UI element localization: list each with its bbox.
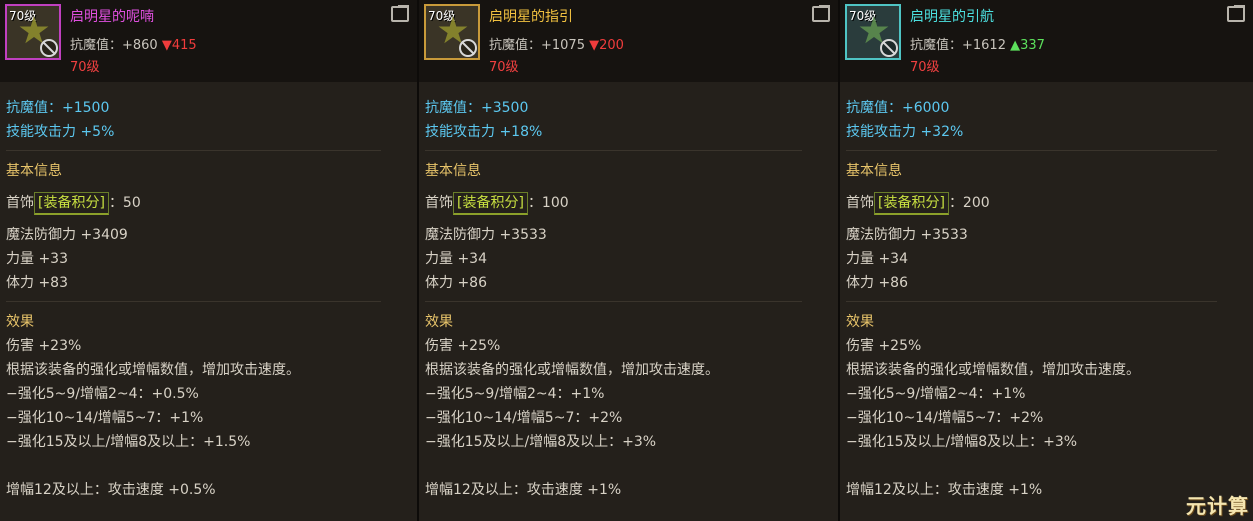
damage-bonus: 伤害 +25%	[425, 338, 501, 354]
effect-title: 效果	[425, 314, 453, 330]
effect-description: 根据该装备的强化或增幅数值，增加攻击速度。	[846, 362, 1140, 378]
effect-tier-1: −强化5~9/增幅2~4：+1%	[846, 386, 1026, 402]
watermark-logo: 元计算	[1186, 494, 1249, 518]
untradable-icon	[880, 39, 898, 57]
score-value: ：200	[948, 195, 990, 211]
stat-skill-attack: 技能攻击力 +32%	[846, 124, 964, 140]
resist-diff: ▼200	[589, 38, 624, 53]
effect-tier-2: −强化10~14/增幅5~7：+2%	[425, 410, 623, 426]
damage-bonus: 伤害 +25%	[846, 338, 922, 354]
effect-title: 效果	[6, 314, 34, 330]
untradable-icon	[40, 39, 58, 57]
divider	[425, 301, 802, 302]
divider	[425, 150, 802, 151]
level-tag: 70级	[9, 9, 37, 23]
stat-resist: 抗魔值：+6000	[846, 100, 950, 116]
effect-description: 根据该装备的强化或增幅数值，增加攻击速度。	[425, 362, 719, 378]
stat-resist: 抗魔值：+1500	[6, 100, 110, 116]
resist-diff: ▲337	[1010, 38, 1045, 53]
amplify-bonus: 增幅12及以上：攻击速度 +0.5%	[6, 482, 216, 498]
tooltip-header: 70级 启明星的呢喃 抗魔值：+860 ▼415 70级	[0, 0, 417, 82]
magic-defense: 魔法防御力 +3533	[425, 227, 547, 243]
vitality: 体力 +86	[425, 275, 487, 291]
magic-defense: 魔法防御力 +3533	[846, 227, 968, 243]
score-tag[interactable]: [装备积分]	[453, 192, 528, 215]
magic-defense: 魔法防御力 +3409	[6, 227, 128, 243]
resist-compare: 抗魔值：+860 ▼415	[70, 34, 197, 53]
vitality: 体力 +86	[846, 275, 908, 291]
effect-title: 效果	[846, 314, 874, 330]
resist-diff: ▼415	[161, 38, 197, 53]
effect-description: 根据该装备的强化或增幅数值，增加攻击速度。	[6, 362, 300, 378]
required-level: 70级	[910, 60, 940, 75]
resist-compare: 抗魔值：+1075 ▼200	[489, 34, 624, 53]
score-value: ：100	[527, 195, 569, 211]
share-icon[interactable]	[391, 5, 409, 22]
damage-bonus: 伤害 +23%	[6, 338, 82, 354]
item-tooltip-1: 70级 启明星的呢喃 抗魔值：+860 ▼415 70级 抗魔值：+1500 技…	[0, 0, 419, 521]
resist-compare: 抗魔值：+1612 ▲337	[910, 34, 1045, 53]
slot-score-line: 首饰 [装备积分] ：200	[846, 191, 1247, 215]
basic-info-title: 基本信息	[425, 163, 481, 179]
basic-info-title: 基本信息	[6, 163, 62, 179]
effect-tier-1: −强化5~9/增幅2~4：+1%	[425, 386, 605, 402]
tooltip-body: 抗魔值：+3500 技能攻击力 +18% 基本信息 首饰 [装备积分] ：100 魔…	[425, 96, 832, 502]
score-value: ：50	[108, 195, 141, 211]
required-level: 70级	[489, 60, 519, 75]
item-icon[interactable]: 70级	[424, 4, 480, 60]
effect-tier-3: −强化15及以上/增幅8及以上：+1.5%	[6, 434, 251, 450]
stat-skill-attack: 技能攻击力 +18%	[425, 124, 543, 140]
slot-type: 首饰	[846, 195, 874, 211]
vitality: 体力 +83	[6, 275, 68, 291]
score-tag[interactable]: [装备积分]	[874, 192, 949, 215]
tooltip-header: 70级 启明星的引航 抗魔值：+1612 ▲337 70级	[840, 0, 1253, 82]
effect-tier-2: −强化10~14/增幅5~7：+1%	[6, 410, 204, 426]
basic-info-title: 基本信息	[846, 163, 902, 179]
item-tooltip-3: 70级 启明星的引航 抗魔值：+1612 ▲337 70级 抗魔值：+6000 …	[840, 0, 1253, 521]
share-icon[interactable]	[812, 5, 830, 22]
amplify-bonus: 增幅12及以上：攻击速度 +1%	[425, 482, 622, 498]
divider	[6, 301, 381, 302]
tooltip-body: 抗魔值：+6000 技能攻击力 +32% 基本信息 首饰 [装备积分] ：200 魔…	[846, 96, 1247, 502]
item-icon[interactable]: 70级	[845, 4, 901, 60]
untradable-icon	[459, 39, 477, 57]
slot-type: 首饰	[6, 195, 34, 211]
effect-tier-3: −强化15及以上/增幅8及以上：+3%	[425, 434, 657, 450]
slot-score-line: 首饰 [装备积分] ：50	[6, 191, 411, 215]
level-tag: 70级	[428, 9, 456, 23]
item-name: 启明星的引航	[910, 9, 994, 25]
required-level: 70级	[70, 60, 100, 75]
effect-tier-3: −强化15及以上/增幅8及以上：+3%	[846, 434, 1078, 450]
item-name: 启明星的指引	[489, 9, 573, 25]
level-tag: 70级	[849, 9, 877, 23]
item-name: 启明星的呢喃	[70, 9, 154, 25]
effect-tier-2: −强化10~14/增幅5~7：+2%	[846, 410, 1044, 426]
resist-value: 抗魔值：+1075	[489, 38, 585, 53]
stat-skill-attack: 技能攻击力 +5%	[6, 124, 115, 140]
item-tooltip-2: 70级 启明星的指引 抗魔值：+1075 ▼200 70级 抗魔值：+3500 …	[419, 0, 840, 521]
strength: 力量 +34	[846, 251, 908, 267]
effect-tier-1: −强化5~9/增幅2~4：+0.5%	[6, 386, 199, 402]
divider	[846, 301, 1217, 302]
strength: 力量 +34	[425, 251, 487, 267]
slot-type: 首饰	[425, 195, 453, 211]
strength: 力量 +33	[6, 251, 68, 267]
tooltip-body: 抗魔值：+1500 技能攻击力 +5% 基本信息 首饰 [装备积分] ：50 魔法防…	[6, 96, 411, 502]
resist-value: 抗魔值：+860	[70, 38, 158, 53]
stat-resist: 抗魔值：+3500	[425, 100, 529, 116]
item-icon[interactable]: 70级	[5, 4, 61, 60]
divider	[846, 150, 1217, 151]
score-tag[interactable]: [装备积分]	[34, 192, 109, 215]
divider	[6, 150, 381, 151]
share-icon[interactable]	[1227, 5, 1245, 22]
resist-value: 抗魔值：+1612	[910, 38, 1006, 53]
slot-score-line: 首饰 [装备积分] ：100	[425, 191, 832, 215]
tooltip-header: 70级 启明星的指引 抗魔值：+1075 ▼200 70级	[419, 0, 838, 82]
